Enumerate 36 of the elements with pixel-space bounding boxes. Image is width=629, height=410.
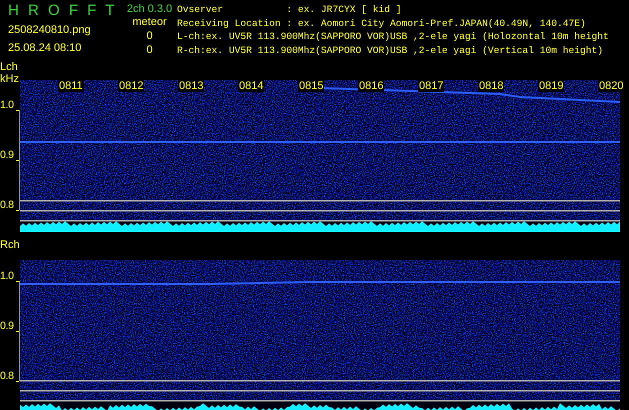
app-title: H R O F F T xyxy=(8,3,116,19)
info-line: Ovserver : ex. JR7CYX [ kid ] xyxy=(177,3,403,16)
time-label: 0817 xyxy=(418,80,444,92)
time-label: 0813 xyxy=(178,80,204,92)
time-label: 0815 xyxy=(298,80,324,92)
tick-mark xyxy=(16,110,19,111)
time-label: 0820 xyxy=(598,80,624,92)
meteor-count: 0 xyxy=(146,43,153,57)
channel-label: Rch xyxy=(0,240,20,251)
info-line: Receiving Location : ex. Aomori City Aomori-Pref.JAPAN(40.49N, 140.47E) xyxy=(177,16,587,30)
time-label: 0814 xyxy=(238,80,264,92)
date-time-text: 25.08.24 08:10 xyxy=(8,41,82,55)
meteor-count: 0 xyxy=(146,29,153,43)
axis-label: 1.0 xyxy=(0,99,14,111)
tick-mark xyxy=(16,331,19,332)
axis-label: 0.9 xyxy=(0,149,14,161)
time-label: 0818 xyxy=(478,80,504,92)
filename-text: 2508240810.png xyxy=(8,23,92,37)
info-line: L-ch:ex. UV5R 113.900Mhz(SAPPORO VOR)USB ,2-ele yagi (Holozontal 10m height xyxy=(177,30,609,44)
time-label: 0816 xyxy=(358,80,384,92)
tick-mark xyxy=(16,210,19,211)
time-label: 0811 xyxy=(58,80,84,92)
axis-label: 0.8 xyxy=(0,199,14,211)
tick-mark xyxy=(16,381,19,382)
axis-label: 1.0 xyxy=(0,270,14,282)
tick-mark xyxy=(16,160,19,161)
axis-label: 0.8 xyxy=(0,370,14,382)
tick-mark xyxy=(16,281,19,282)
channel-label: Lch xyxy=(0,62,18,73)
unit-label: kHz xyxy=(0,74,19,85)
version-label: 2ch 0.3.0 xyxy=(126,3,172,15)
time-label: 0812 xyxy=(118,80,144,92)
meteor-label: meteor xyxy=(132,15,167,29)
axis-label: 0.9 xyxy=(0,320,14,332)
time-label: 0819 xyxy=(538,80,564,92)
info-line: R-ch:ex. UV5R 113.900Mhz(SAPPORO VOR)USB ,2-ele yagi (Vertical 10m height) xyxy=(177,44,604,57)
